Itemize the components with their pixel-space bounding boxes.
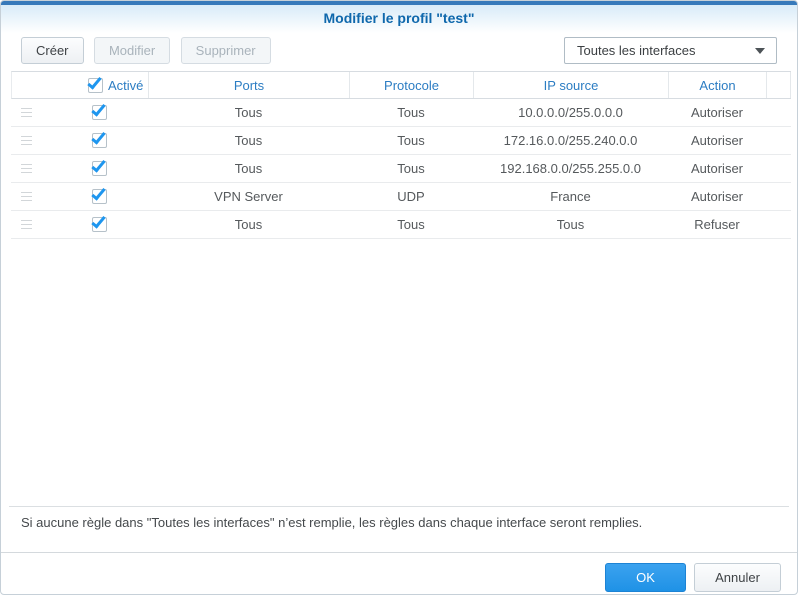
row-enabled-checkbox[interactable]	[91, 129, 107, 148]
cell-protocol: Tous	[397, 217, 425, 232]
modify-button[interactable]: Modifier	[93, 37, 171, 64]
row-enabled-checkbox[interactable]	[91, 185, 107, 204]
row-enabled-checkbox[interactable]	[91, 213, 107, 232]
checkmark-icon	[87, 73, 102, 90]
column-header-source-ip[interactable]: IP source	[474, 72, 669, 98]
cell-action: Autoriser	[690, 105, 744, 120]
column-header-enabled-label: Activé	[108, 77, 144, 93]
cell-action: Autoriser	[690, 133, 744, 148]
column-header-enabled[interactable]: Activé	[12, 72, 149, 98]
edit-profile-dialog: Modifier le profil "test" Créer Modifier…	[0, 0, 798, 595]
cancel-button[interactable]: Annuler	[694, 563, 781, 592]
checkmark-icon	[91, 213, 106, 229]
cell-action: Autoriser	[690, 189, 744, 204]
cell-source-ip: 10.0.0.0/255.0.0.0	[518, 105, 623, 120]
drag-handle-icon[interactable]	[21, 164, 32, 173]
cell-source-ip: Tous	[556, 217, 585, 232]
cell-source-ip: France	[550, 189, 591, 204]
column-header-action[interactable]: Action	[669, 72, 767, 98]
table-row[interactable]: Tous Tous 172.16.0.0/255.240.0.0 Autoris…	[11, 127, 791, 155]
chevron-down-icon	[755, 48, 765, 54]
footer-divider-top	[9, 506, 789, 507]
checkmark-icon	[91, 101, 106, 117]
delete-button[interactable]: Supprimer	[180, 37, 271, 64]
cell-ports: Tous	[234, 161, 263, 176]
checkmark-icon	[91, 185, 106, 201]
column-header-ports[interactable]: Ports	[149, 72, 350, 98]
dialog-titlebar: Modifier le profil "test"	[1, 5, 797, 33]
cell-protocol: Tous	[397, 161, 425, 176]
footer-note: Si aucune règle dans "Toutes les interfa…	[21, 515, 643, 530]
table-row[interactable]: VPN Server UDP France Autoriser	[11, 183, 791, 211]
interface-select-value: Toutes les interfaces	[577, 43, 696, 58]
cell-action: Refuser	[694, 217, 740, 232]
ok-button[interactable]: OK	[605, 563, 686, 592]
row-enabled-checkbox[interactable]	[91, 101, 107, 120]
cell-protocol: Tous	[397, 133, 425, 148]
create-button[interactable]: Créer	[21, 37, 84, 64]
table-row[interactable]: Tous Tous 192.168.0.0/255.255.0.0 Autori…	[11, 155, 791, 183]
table-row[interactable]: Tous Tous Tous Refuser	[11, 211, 791, 239]
checkmark-icon	[91, 157, 106, 173]
drag-handle-icon[interactable]	[21, 108, 32, 117]
table-row[interactable]: Tous Tous 10.0.0.0/255.0.0.0 Autoriser	[11, 99, 791, 127]
dialog-title: Modifier le profil "test"	[323, 10, 475, 26]
cell-source-ip: 172.16.0.0/255.240.0.0	[503, 133, 638, 148]
cell-ports: Tous	[234, 133, 263, 148]
footer-divider-bottom	[1, 552, 797, 553]
cell-ports: Tous	[234, 217, 263, 232]
drag-handle-icon[interactable]	[21, 220, 32, 229]
column-header-protocol[interactable]: Protocole	[350, 72, 474, 98]
table-header: Activé Ports Protocole IP source Action	[11, 71, 791, 99]
checkmark-icon	[91, 129, 106, 145]
interface-select[interactable]: Toutes les interfaces	[564, 37, 777, 64]
table-body: Tous Tous 10.0.0.0/255.0.0.0 Autoriser T…	[11, 99, 791, 239]
select-all-checkbox[interactable]	[87, 73, 103, 93]
cell-ports: Tous	[234, 105, 263, 120]
row-enabled-checkbox[interactable]	[91, 157, 107, 176]
toolbar: Créer Modifier Supprimer Toutes les inte…	[21, 37, 777, 64]
column-header-gutter	[767, 72, 791, 98]
cell-protocol: UDP	[397, 189, 425, 204]
drag-handle-icon[interactable]	[21, 192, 32, 201]
cell-action: Autoriser	[690, 161, 744, 176]
cell-source-ip: 192.168.0.0/255.255.0.0	[500, 161, 641, 176]
cell-protocol: Tous	[397, 105, 425, 120]
cell-ports: VPN Server	[214, 189, 283, 204]
drag-handle-icon[interactable]	[21, 136, 32, 145]
